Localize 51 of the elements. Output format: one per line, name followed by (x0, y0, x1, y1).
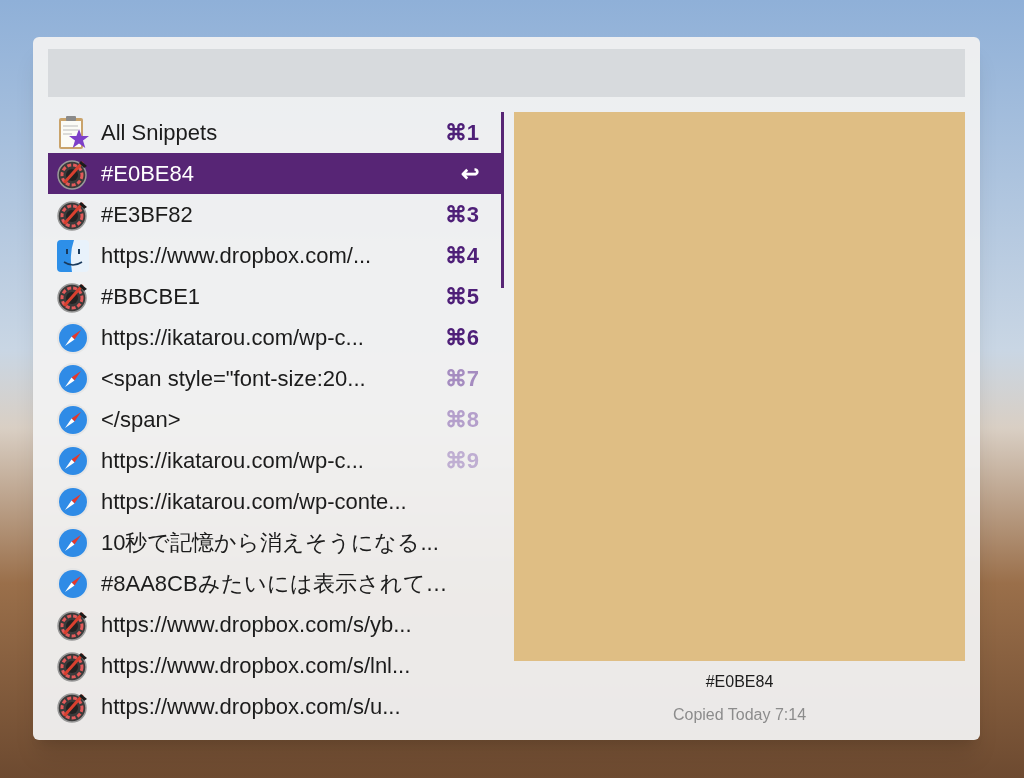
clip-item[interactable]: https://www.dropbox.com/... ⌘4 (48, 235, 503, 276)
clip-label: <span style="font-size:20... (101, 365, 367, 393)
compass-icon (56, 525, 90, 560)
clip-item[interactable]: https://ikatarou.com/wp-c... ⌘6 (48, 317, 503, 358)
shortcut-label: ⌘8 (444, 406, 479, 434)
shortcut-label: ⌘5 (444, 283, 479, 311)
clip-label: #8AA8CBみたいには表示されて… (101, 570, 449, 598)
compass-icon (56, 402, 90, 437)
clip-item[interactable]: https://ikatarou.com/wp-conte... (48, 481, 503, 522)
clip-label: #E3BF82 (101, 201, 194, 229)
compass-icon (56, 443, 90, 478)
clip-label: https://www.dropbox.com/... (101, 242, 373, 270)
shortcut-label: ⌘3 (444, 201, 479, 229)
clip-label: </span> (101, 406, 182, 434)
copied-time: Copied Today 7:14 (672, 705, 807, 725)
clip-label: #E0BE84 (101, 160, 195, 188)
smiling-face-icon (56, 238, 90, 273)
clip-label: https://www.dropbox.com/s/u... (101, 693, 402, 721)
compass-icon (56, 320, 90, 355)
clip-item[interactable]: <span style="font-size:20... ⌘7 (48, 358, 503, 399)
clip-item[interactable]: https://www.dropbox.com/s/yb... (48, 604, 503, 645)
clip-item[interactable]: </span> ⌘8 (48, 399, 503, 440)
scrollbar[interactable] (501, 112, 504, 288)
clip-item[interactable]: 10秒で記憶から消えそうになる... (48, 522, 503, 563)
shortcut-label: ⌘6 (444, 324, 479, 352)
clip-label: #BBCBE1 (101, 283, 202, 311)
clip-label: https://ikatarou.com/wp-c... (101, 447, 365, 475)
shortcut-label: ↩ (461, 160, 479, 188)
clip-item[interactable]: #8AA8CBみたいには表示されて… (48, 563, 503, 604)
clip-item[interactable]: https://www.dropbox.com/s/u... (48, 686, 503, 727)
preview-title: #E0BE84 (705, 672, 774, 692)
shortcut-label: ⌘4 (444, 242, 479, 270)
clip-label: All Snippets (101, 119, 219, 147)
clip-item[interactable]: https://ikatarou.com/wp-c... ⌘9 (48, 440, 503, 481)
clip-label: https://ikatarou.com/wp-conte... (101, 488, 408, 516)
clip-label: https://www.dropbox.com/s/yb... (101, 611, 413, 639)
clip-label: 10秒で記憶から消えそうになる... (101, 529, 440, 557)
compass-icon (56, 361, 90, 396)
clip-item[interactable]: #E3BF82 ⌘3 (48, 194, 503, 235)
clip-item[interactable]: #E0BE84 ↩ (48, 153, 503, 194)
clipboard-star-icon (56, 114, 90, 151)
shortcut-label: ⌘9 (444, 447, 479, 475)
shortcut-label: ⌘7 (444, 365, 479, 393)
compass-icon (56, 484, 90, 519)
clip-item[interactable]: #BBCBE1 ⌘5 (48, 276, 503, 317)
shortcut-label: ⌘1 (444, 119, 479, 147)
compass-icon (56, 566, 90, 601)
clip-item[interactable]: https://www.dropbox.com/s/lnl... (48, 645, 503, 686)
clip-label: https://ikatarou.com/wp-c... (101, 324, 365, 352)
clip-item[interactable]: All Snippets ⌘1 (48, 112, 503, 153)
clip-label: https://www.dropbox.com/s/lnl... (101, 652, 412, 680)
